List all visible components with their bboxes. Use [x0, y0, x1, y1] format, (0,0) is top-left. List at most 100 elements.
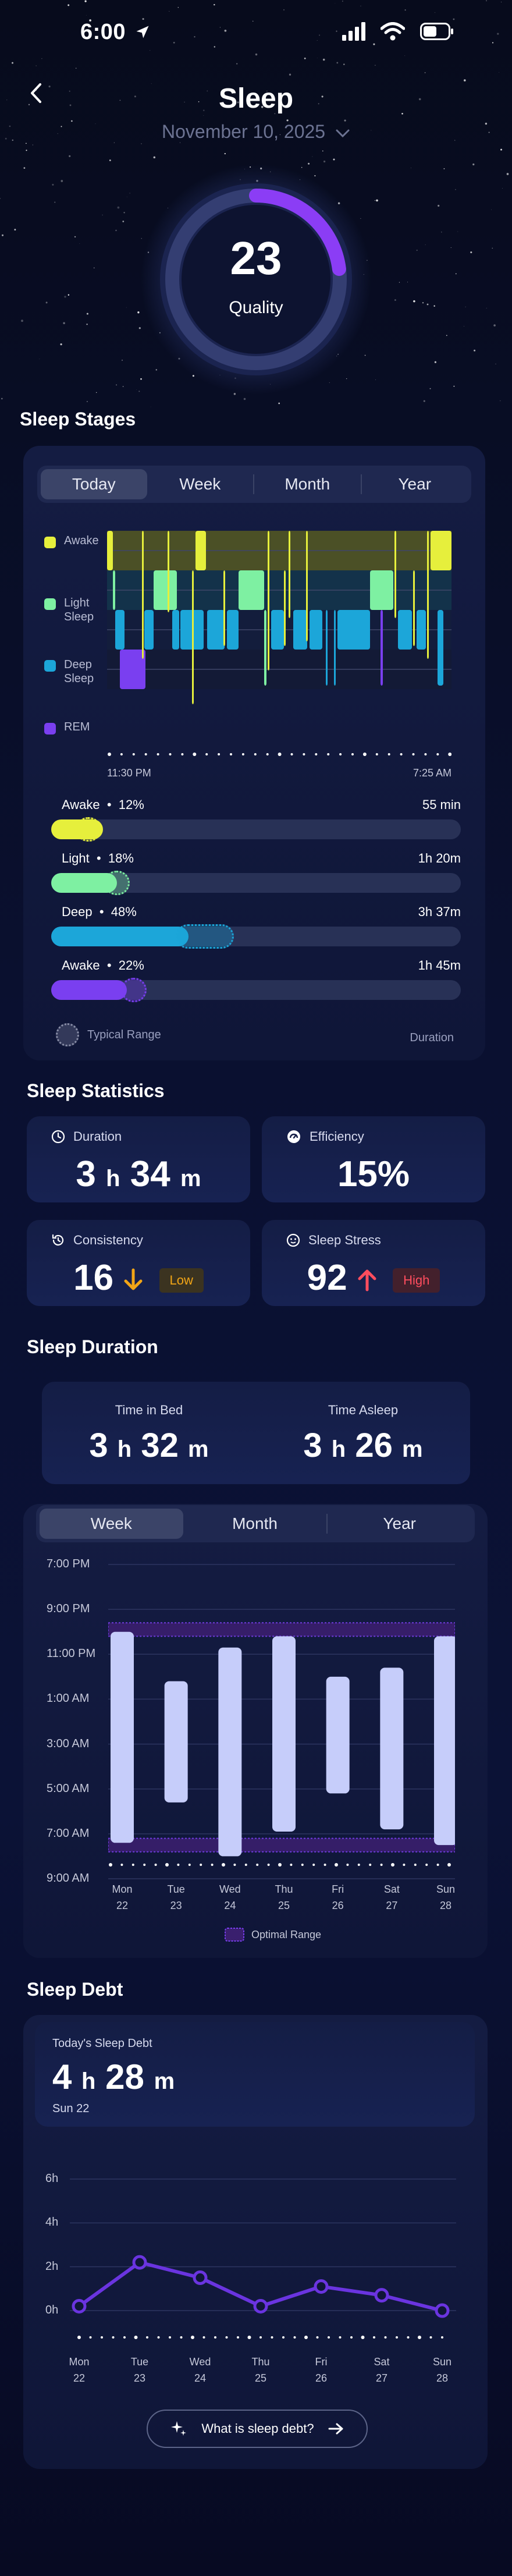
duration-card[interactable]: Duration 3 h 34 m	[27, 1116, 250, 1202]
debt-x-day: Sun	[432, 2356, 452, 2368]
duration-bar	[111, 1631, 134, 1843]
star	[472, 163, 475, 166]
time-asleep-label: Time Asleep	[328, 1403, 399, 1417]
star	[255, 53, 258, 56]
star	[169, 10, 170, 12]
debt-x-date: 28	[436, 2372, 449, 2384]
star	[416, 249, 418, 251]
debt-axis-dot	[373, 2336, 375, 2339]
debt-axis-dot	[282, 2336, 285, 2339]
what-is-sleep-debt-button[interactable]: What is sleep debt?	[147, 2410, 368, 2448]
debt-axis-dot	[361, 2336, 365, 2339]
star	[317, 40, 318, 41]
consistency-card[interactable]: Consistency 16 Low	[27, 1220, 250, 1306]
tab-year[interactable]: Year	[362, 469, 468, 499]
duration-bar	[218, 1647, 242, 1857]
hypnogram-segment	[195, 531, 206, 570]
today-debt-value: 4 h 28 m	[52, 2057, 175, 2096]
sleep-debt-chart	[70, 2178, 456, 2339]
tab-year[interactable]: Year	[328, 1509, 471, 1539]
star	[404, 9, 406, 11]
efficiency-icon	[287, 1130, 300, 1143]
optimal-range-band	[108, 1622, 455, 1637]
tab-week[interactable]: Week	[147, 469, 254, 499]
hypnogram-segment	[268, 531, 269, 670]
tab-week[interactable]: Week	[40, 1509, 183, 1539]
hypnogram-axis-dot	[303, 753, 305, 755]
duration-axis-dot	[290, 1864, 293, 1866]
quality-label: Quality	[229, 298, 283, 317]
star	[413, 300, 415, 303]
star	[21, 320, 23, 322]
stage-track-3	[51, 978, 461, 1002]
hypnogram-segment	[168, 531, 169, 612]
star	[443, 168, 445, 169]
star	[96, 392, 97, 393]
star	[153, 156, 156, 159]
star	[425, 244, 426, 245]
tab-today[interactable]: Today	[41, 469, 147, 499]
star	[470, 251, 472, 254]
duration-x-day: Wed	[219, 1883, 241, 1895]
debt-axis-dot	[191, 2336, 194, 2339]
star	[26, 143, 27, 144]
hypnogram-axis-dot	[157, 753, 159, 755]
hypnogram-axis-dot	[254, 753, 257, 755]
duration-bar	[380, 1667, 404, 1830]
stage-duration-2: 3h 37m	[418, 904, 461, 919]
star	[323, 160, 326, 163]
duration-x-day: Thu	[275, 1883, 293, 1895]
date-selector[interactable]: November 10, 2025	[0, 121, 512, 143]
star	[502, 188, 503, 189]
hypnogram-segment	[115, 610, 125, 650]
debt-axis-dot	[384, 2336, 387, 2339]
duration-axis-dot	[233, 1864, 236, 1866]
star	[506, 173, 509, 175]
hypnogram-segment	[326, 610, 328, 686]
star	[52, 183, 54, 186]
star	[322, 150, 323, 152]
debt-axis-dot	[304, 2336, 308, 2339]
star	[500, 148, 502, 151]
star	[422, 302, 424, 304]
star	[497, 33, 499, 35]
battery-icon	[420, 23, 453, 40]
star	[115, 229, 117, 232]
star	[86, 15, 87, 16]
duration-axis-dot	[131, 1864, 134, 1866]
typical-range-marker	[104, 871, 130, 895]
history-icon	[52, 1234, 64, 1246]
duration-legend: Duration	[410, 1031, 454, 1044]
sleep-stress-header: Sleep Stress	[286, 1233, 381, 1248]
efficiency-card[interactable]: Efficiency 15%	[262, 1116, 485, 1202]
cellular-signal-icon	[342, 22, 365, 41]
debt-axis-dot	[157, 2336, 160, 2339]
debt-x-date: 22	[73, 2372, 86, 2384]
star	[102, 214, 103, 216]
hypnogram-axis-dot	[218, 753, 221, 755]
star	[122, 221, 125, 222]
sleep-stress-card[interactable]: Sleep Stress 92 High	[262, 1220, 485, 1306]
hypnogram-segment	[394, 531, 396, 618]
duration-axis-dot	[346, 1864, 349, 1866]
stage-fill	[51, 927, 189, 946]
legend-awake-swatch	[44, 537, 56, 548]
tab-month[interactable]: Month	[254, 469, 361, 499]
star	[394, 299, 396, 301]
debt-axis-dot	[316, 2336, 319, 2339]
debt-point	[193, 2270, 208, 2285]
debt-axis-dot	[123, 2336, 126, 2339]
star	[141, 143, 142, 144]
duration-y-label: 5:00 AM	[47, 1782, 90, 1795]
tab-month[interactable]: Month	[183, 1509, 327, 1539]
duration-bar	[326, 1676, 350, 1794]
sleep-debt-title: Sleep Debt	[27, 1979, 123, 2000]
legend-awake: Awake	[44, 534, 99, 548]
debt-axis-dot	[214, 2336, 216, 2339]
status-icons	[342, 22, 454, 41]
star	[79, 243, 80, 244]
hypnogram-axis-dot	[339, 753, 342, 755]
time-in-bed-label: Time in Bed	[115, 1403, 183, 1417]
stage-name: Awake	[62, 797, 100, 812]
duration-axis-dot	[312, 1864, 315, 1866]
